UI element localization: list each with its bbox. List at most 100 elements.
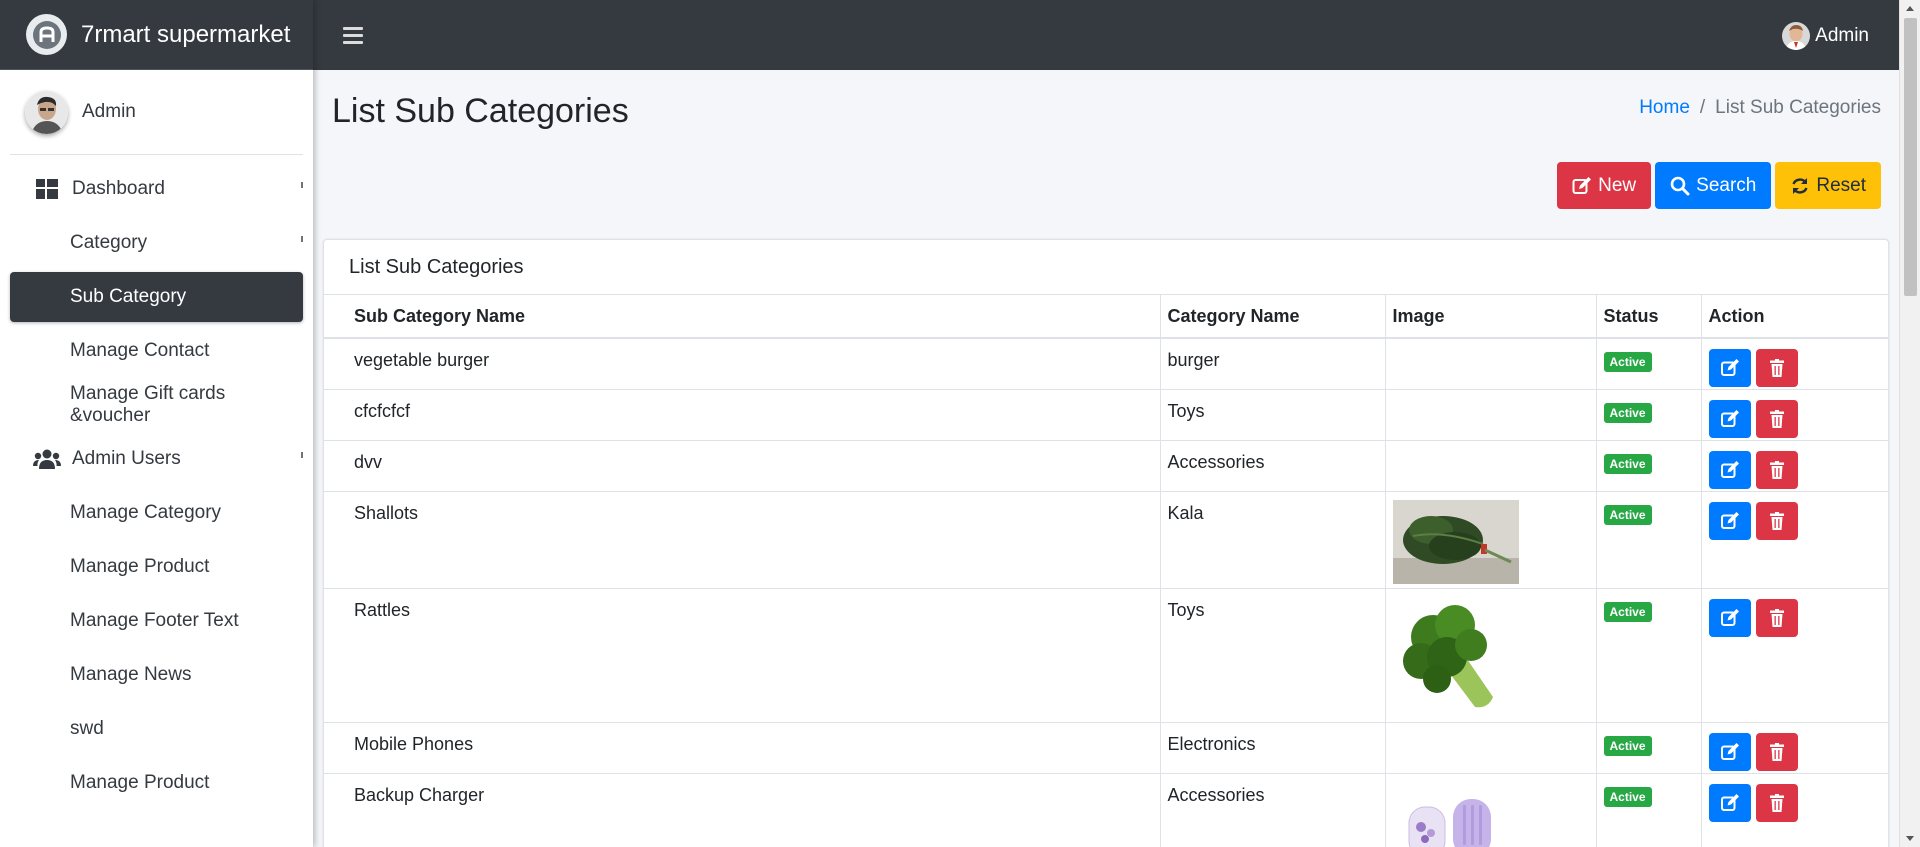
breadcrumb-home-link[interactable]: Home (1639, 97, 1690, 119)
search-button[interactable]: Search (1655, 162, 1772, 209)
scroll-up-icon[interactable] (1906, 6, 1914, 11)
refresh-icon (1792, 177, 1808, 194)
avatar (25, 90, 68, 134)
sidebar-item-label: Manage Category (70, 502, 222, 523)
edit-button[interactable] (1708, 501, 1751, 540)
edit-button[interactable] (1708, 732, 1751, 771)
sidebar-item-manage-gift-cards[interactable]: Manage Gift cards &voucher (10, 380, 303, 430)
sidebar-item-label: Manage News (70, 664, 192, 685)
menu-toggle-icon[interactable] (343, 26, 363, 44)
category-name: Electronics (1160, 721, 1386, 773)
edit-button[interactable] (1708, 399, 1751, 438)
status-cell: Active (1596, 772, 1702, 847)
brand-link[interactable]: 7rmart supermarket (0, 0, 313, 70)
sidebar-item-manage-category[interactable]: Manage Category (10, 488, 303, 538)
image-cell (1385, 772, 1597, 847)
edit-icon (1720, 460, 1739, 478)
sidebar-item-sub-category[interactable]: Sub Category (10, 272, 303, 322)
delete-button[interactable] (1755, 399, 1798, 438)
delete-button[interactable] (1755, 783, 1798, 822)
breadcrumb: Home / List Sub Categories (1639, 97, 1881, 119)
sidebar-item-label: Manage Gift cards &voucher (70, 383, 226, 426)
edit-button[interactable] (1708, 349, 1751, 387)
table-row: Rattles Toys Active (324, 587, 1888, 722)
image-cell (1385, 587, 1597, 722)
sidebar-item-manage-footer-text[interactable]: Manage Footer Text (10, 596, 303, 646)
edit-icon (1720, 359, 1739, 376)
status-badge[interactable]: Active (1603, 786, 1652, 807)
edit-button[interactable] (1708, 450, 1751, 489)
edit-button[interactable] (1708, 783, 1751, 822)
avatar (1782, 22, 1811, 50)
image-cell (1385, 439, 1597, 491)
status-badge[interactable]: Active (1603, 735, 1652, 756)
power-bank-image[interactable] (1392, 792, 1519, 847)
search-button-label: Search (1696, 174, 1757, 196)
status-badge[interactable]: Active (1603, 601, 1652, 622)
table-row: vegetable burger burger Active (324, 337, 1888, 389)
sidebar-item-admin-users[interactable]: Admin Users (10, 434, 303, 484)
status-badge[interactable]: Active (1603, 453, 1652, 474)
broccoli-image[interactable] (1392, 596, 1519, 719)
new-button[interactable]: New (1557, 162, 1652, 209)
sidebar-item-category[interactable]: Category (10, 218, 303, 268)
image-cell (1385, 337, 1597, 389)
status-badge[interactable]: Active (1603, 352, 1652, 372)
column-header[interactable]: Sub Category Name (324, 295, 1161, 339)
scroll-down-icon[interactable] (1906, 836, 1914, 841)
trash-icon (1769, 359, 1784, 377)
delete-button[interactable] (1755, 598, 1798, 637)
delete-button[interactable] (1755, 450, 1798, 489)
status-badge[interactable]: Active (1603, 402, 1652, 423)
table-row: Shallots Kala Active (324, 490, 1888, 588)
action-cell (1701, 587, 1888, 722)
action-cell (1701, 721, 1888, 773)
trash-icon (1769, 608, 1784, 627)
status-cell: Active (1596, 490, 1702, 588)
column-header[interactable]: Status (1596, 295, 1702, 339)
delete-button[interactable] (1755, 501, 1798, 540)
table-header-row: Sub Category Name Category Name Image St… (324, 295, 1888, 339)
status-cell: Active (1596, 439, 1702, 491)
column-header[interactable]: Image (1385, 295, 1597, 339)
card-title: List Sub Categories (324, 240, 1888, 295)
status-badge[interactable]: Active (1603, 504, 1652, 525)
sidebar-item-manage-product-2[interactable]: Manage Product (10, 758, 303, 808)
sidebar-item-swd[interactable]: swd (10, 704, 303, 754)
edit-icon (1572, 176, 1592, 194)
sidebar-item-label: Admin Users (72, 448, 181, 469)
sidebar-item-manage-product[interactable]: Manage Product (10, 542, 303, 592)
category-name: Accessories (1160, 772, 1386, 847)
sidebar-item-manage-contact[interactable]: Manage Contact (10, 326, 303, 376)
scrollbar-thumb[interactable] (1904, 18, 1917, 296)
delete-button[interactable] (1755, 349, 1798, 387)
trash-icon (1769, 511, 1784, 530)
table-row: cfcfcfcf Toys Active (324, 388, 1888, 440)
kale-image[interactable] (1392, 499, 1519, 584)
trash-icon (1769, 793, 1784, 812)
breadcrumb-separator: / (1699, 97, 1706, 118)
category-name: Toys (1160, 388, 1386, 440)
edit-button[interactable] (1708, 598, 1751, 637)
sidebar-item-dashboard[interactable]: Dashboard (10, 164, 303, 214)
chevron-left-icon (299, 236, 303, 242)
table-row: dvv Accessories Active (324, 439, 1888, 491)
chevron-left-icon (299, 452, 303, 458)
sub-category-name: vegetable burger (324, 337, 1161, 389)
sidebar-item-manage-news[interactable]: Manage News (10, 650, 303, 700)
sub-category-name: Shallots (324, 490, 1161, 588)
delete-button[interactable] (1755, 732, 1798, 771)
image-cell (1385, 490, 1597, 588)
sidebar-user-name: Admin (82, 101, 136, 122)
page-scrollbar[interactable] (1899, 0, 1920, 847)
column-header[interactable]: Category Name (1160, 295, 1386, 339)
edit-icon (1720, 793, 1739, 811)
sub-category-name: Backup Charger (324, 772, 1161, 847)
users-icon (32, 449, 62, 469)
reset-button[interactable]: Reset (1775, 162, 1881, 209)
sidebar-user-panel[interactable]: Admin (10, 70, 303, 155)
chevron-left-icon (299, 182, 303, 188)
top-user-menu[interactable]: Admin (1782, 22, 1869, 50)
edit-icon (1720, 511, 1739, 529)
column-header[interactable]: Action (1701, 295, 1888, 339)
